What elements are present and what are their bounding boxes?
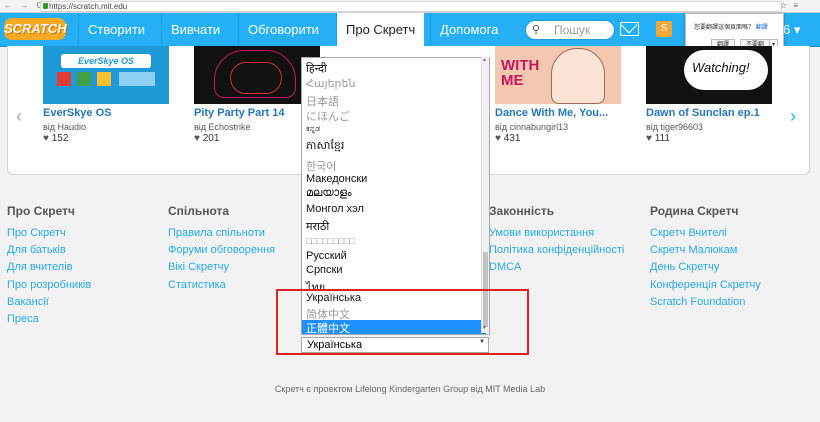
footer-link[interactable]: Для батьків [7, 242, 91, 259]
project-author[interactable]: від cinnabungirl13 [495, 122, 568, 132]
project-thumbnail[interactable]: Watching! [646, 46, 772, 104]
search-placeholder: Пошук [554, 23, 591, 37]
nav-about[interactable]: Про Скретч [336, 13, 425, 46]
thumbnail-caption: EverSkye OS [61, 54, 151, 68]
footer-heading: Законність [489, 204, 555, 218]
footer-link[interactable]: Форуми обговорення [168, 242, 275, 259]
language-option[interactable]: Српски [306, 264, 342, 276]
footer-heading: Спільнота [168, 204, 230, 218]
project-likes: ♥ 111 [646, 133, 670, 144]
highlight-box [276, 289, 529, 355]
footer-link[interactable]: День Скретчу [650, 259, 761, 276]
project-title[interactable]: Dance With Me, You... [495, 107, 608, 119]
footer-link[interactable]: Вакансії [7, 294, 91, 311]
language-option[interactable]: にほんご [306, 108, 350, 124]
my-stuff-icon[interactable]: S [656, 21, 672, 37]
project-likes: ♥ 431 [495, 133, 521, 144]
lock-icon [43, 3, 48, 9]
scratch-logo[interactable]: SCRATCH [4, 18, 67, 40]
nav-help[interactable]: Допомога [430, 13, 507, 46]
project-thumbnail[interactable]: WITH ME [495, 46, 621, 104]
project-title[interactable]: Dawn of Sunclan ep.1 [646, 107, 760, 119]
footer-link[interactable]: Правила спільноти [168, 225, 275, 242]
footer-link[interactable]: Конференція Скретчу [650, 277, 761, 294]
language-option[interactable]: ភាសាខ្មែរ [306, 139, 344, 155]
heart-icon: ♥ [495, 133, 501, 144]
carousel-next-icon[interactable]: › [790, 106, 796, 127]
footer-link[interactable]: Умови використання [489, 225, 624, 242]
footer-link[interactable]: Скретч Вчителі [650, 225, 761, 242]
footer-column-legal: Законність Умови використання Політика к… [489, 204, 624, 277]
project-thumbnail[interactable]: EverSkye OS [43, 46, 169, 104]
language-option[interactable]: മലയാളം [306, 187, 352, 200]
footer-column-family: Родина Скретч Скретч Вчителі Скретч Малю… [650, 204, 761, 311]
messages-icon[interactable] [620, 22, 639, 36]
footer-link[interactable]: Преса [7, 311, 91, 328]
translate-question: 您要翻譯這個頁面嗎？ 翻譯 [694, 25, 768, 31]
language-option[interactable]: ಕನ್ನಡ [306, 124, 320, 134]
nav-explore[interactable]: Вивчати [161, 13, 229, 46]
footer-link[interactable]: Про Скретч [7, 225, 91, 242]
translate-link[interactable]: 翻譯 [756, 25, 768, 31]
browser-action-icons[interactable]: ☆ ≡ [780, 1, 800, 10]
language-option[interactable]: 日本語 [306, 93, 339, 109]
heart-icon: ♥ [43, 133, 49, 144]
footer-credit: Скретч є проектом Lifelong Kindergarten … [274, 384, 546, 394]
footer-link[interactable]: DMCA [489, 259, 624, 276]
footer-column-community: Спільнота Правила спільноти Форуми обгов… [168, 204, 275, 294]
search-icon: ⚲ [532, 24, 541, 36]
language-option[interactable]: हिन्दी [306, 61, 327, 76]
project-title[interactable]: Pity Party Part 14 [194, 107, 285, 119]
footer-link[interactable]: Статистика [168, 277, 275, 294]
footer-column-about: Про Скретч Про Скретч Для батьків Для вч… [7, 204, 91, 328]
footer-link[interactable]: Scratch Foundation [650, 294, 761, 311]
footer-heading: Про Скретч [7, 204, 75, 218]
language-option[interactable]: मराठी [306, 219, 329, 234]
project-likes: ♥ 201 [194, 133, 220, 144]
nav-discuss[interactable]: Обговорити [238, 13, 328, 46]
project-author[interactable]: від Echostrike [194, 122, 251, 132]
project-author[interactable]: від Haudio [43, 122, 86, 132]
thumbnail-caption: WITH ME [501, 57, 540, 89]
footer-link[interactable]: Для вчителів [7, 259, 91, 276]
nav-create[interactable]: Створити [78, 13, 154, 46]
footer-link[interactable]: Про розробників [7, 277, 91, 294]
user-menu[interactable]: 6 ▾ [783, 22, 800, 38]
language-option[interactable]: Русский [306, 250, 347, 262]
address-bar[interactable]: https://scratch.mit.edu [40, 1, 782, 12]
search-box[interactable]: ⚲ Пошук [525, 20, 615, 40]
heart-icon: ♥ [646, 133, 652, 144]
language-option[interactable]: Монгол хэл [306, 203, 364, 215]
language-option[interactable]: Հայերեն [306, 77, 355, 90]
address-text: https://scratch.mit.edu [49, 2, 128, 11]
thumbnail-caption: Watching! [692, 60, 750, 75]
footer-heading: Родина Скретч [650, 204, 739, 218]
language-option[interactable]: 한국어 [306, 158, 336, 174]
heart-icon: ♥ [194, 133, 200, 144]
project-title[interactable]: EverSkye OS [43, 107, 112, 119]
carousel-prev-icon[interactable]: ‹ [16, 106, 22, 127]
footer-link[interactable]: Політика конфіденційності [489, 242, 624, 259]
project-likes: ♥ 152 [43, 133, 69, 144]
language-option[interactable]: Македонски [306, 173, 367, 185]
browser-toolbar: ← → C https://scratch.mit.edu ☆ ≡ [0, 0, 820, 13]
footer-link[interactable]: Вікі Скретчу [168, 259, 275, 276]
footer-link[interactable]: Скретч Малюкам [650, 242, 761, 259]
scroll-up-icon[interactable]: ▲ [482, 57, 487, 63]
project-author[interactable]: від tiger96603 [646, 122, 703, 132]
language-option[interactable]: □□□□□□□□□ [306, 236, 355, 246]
